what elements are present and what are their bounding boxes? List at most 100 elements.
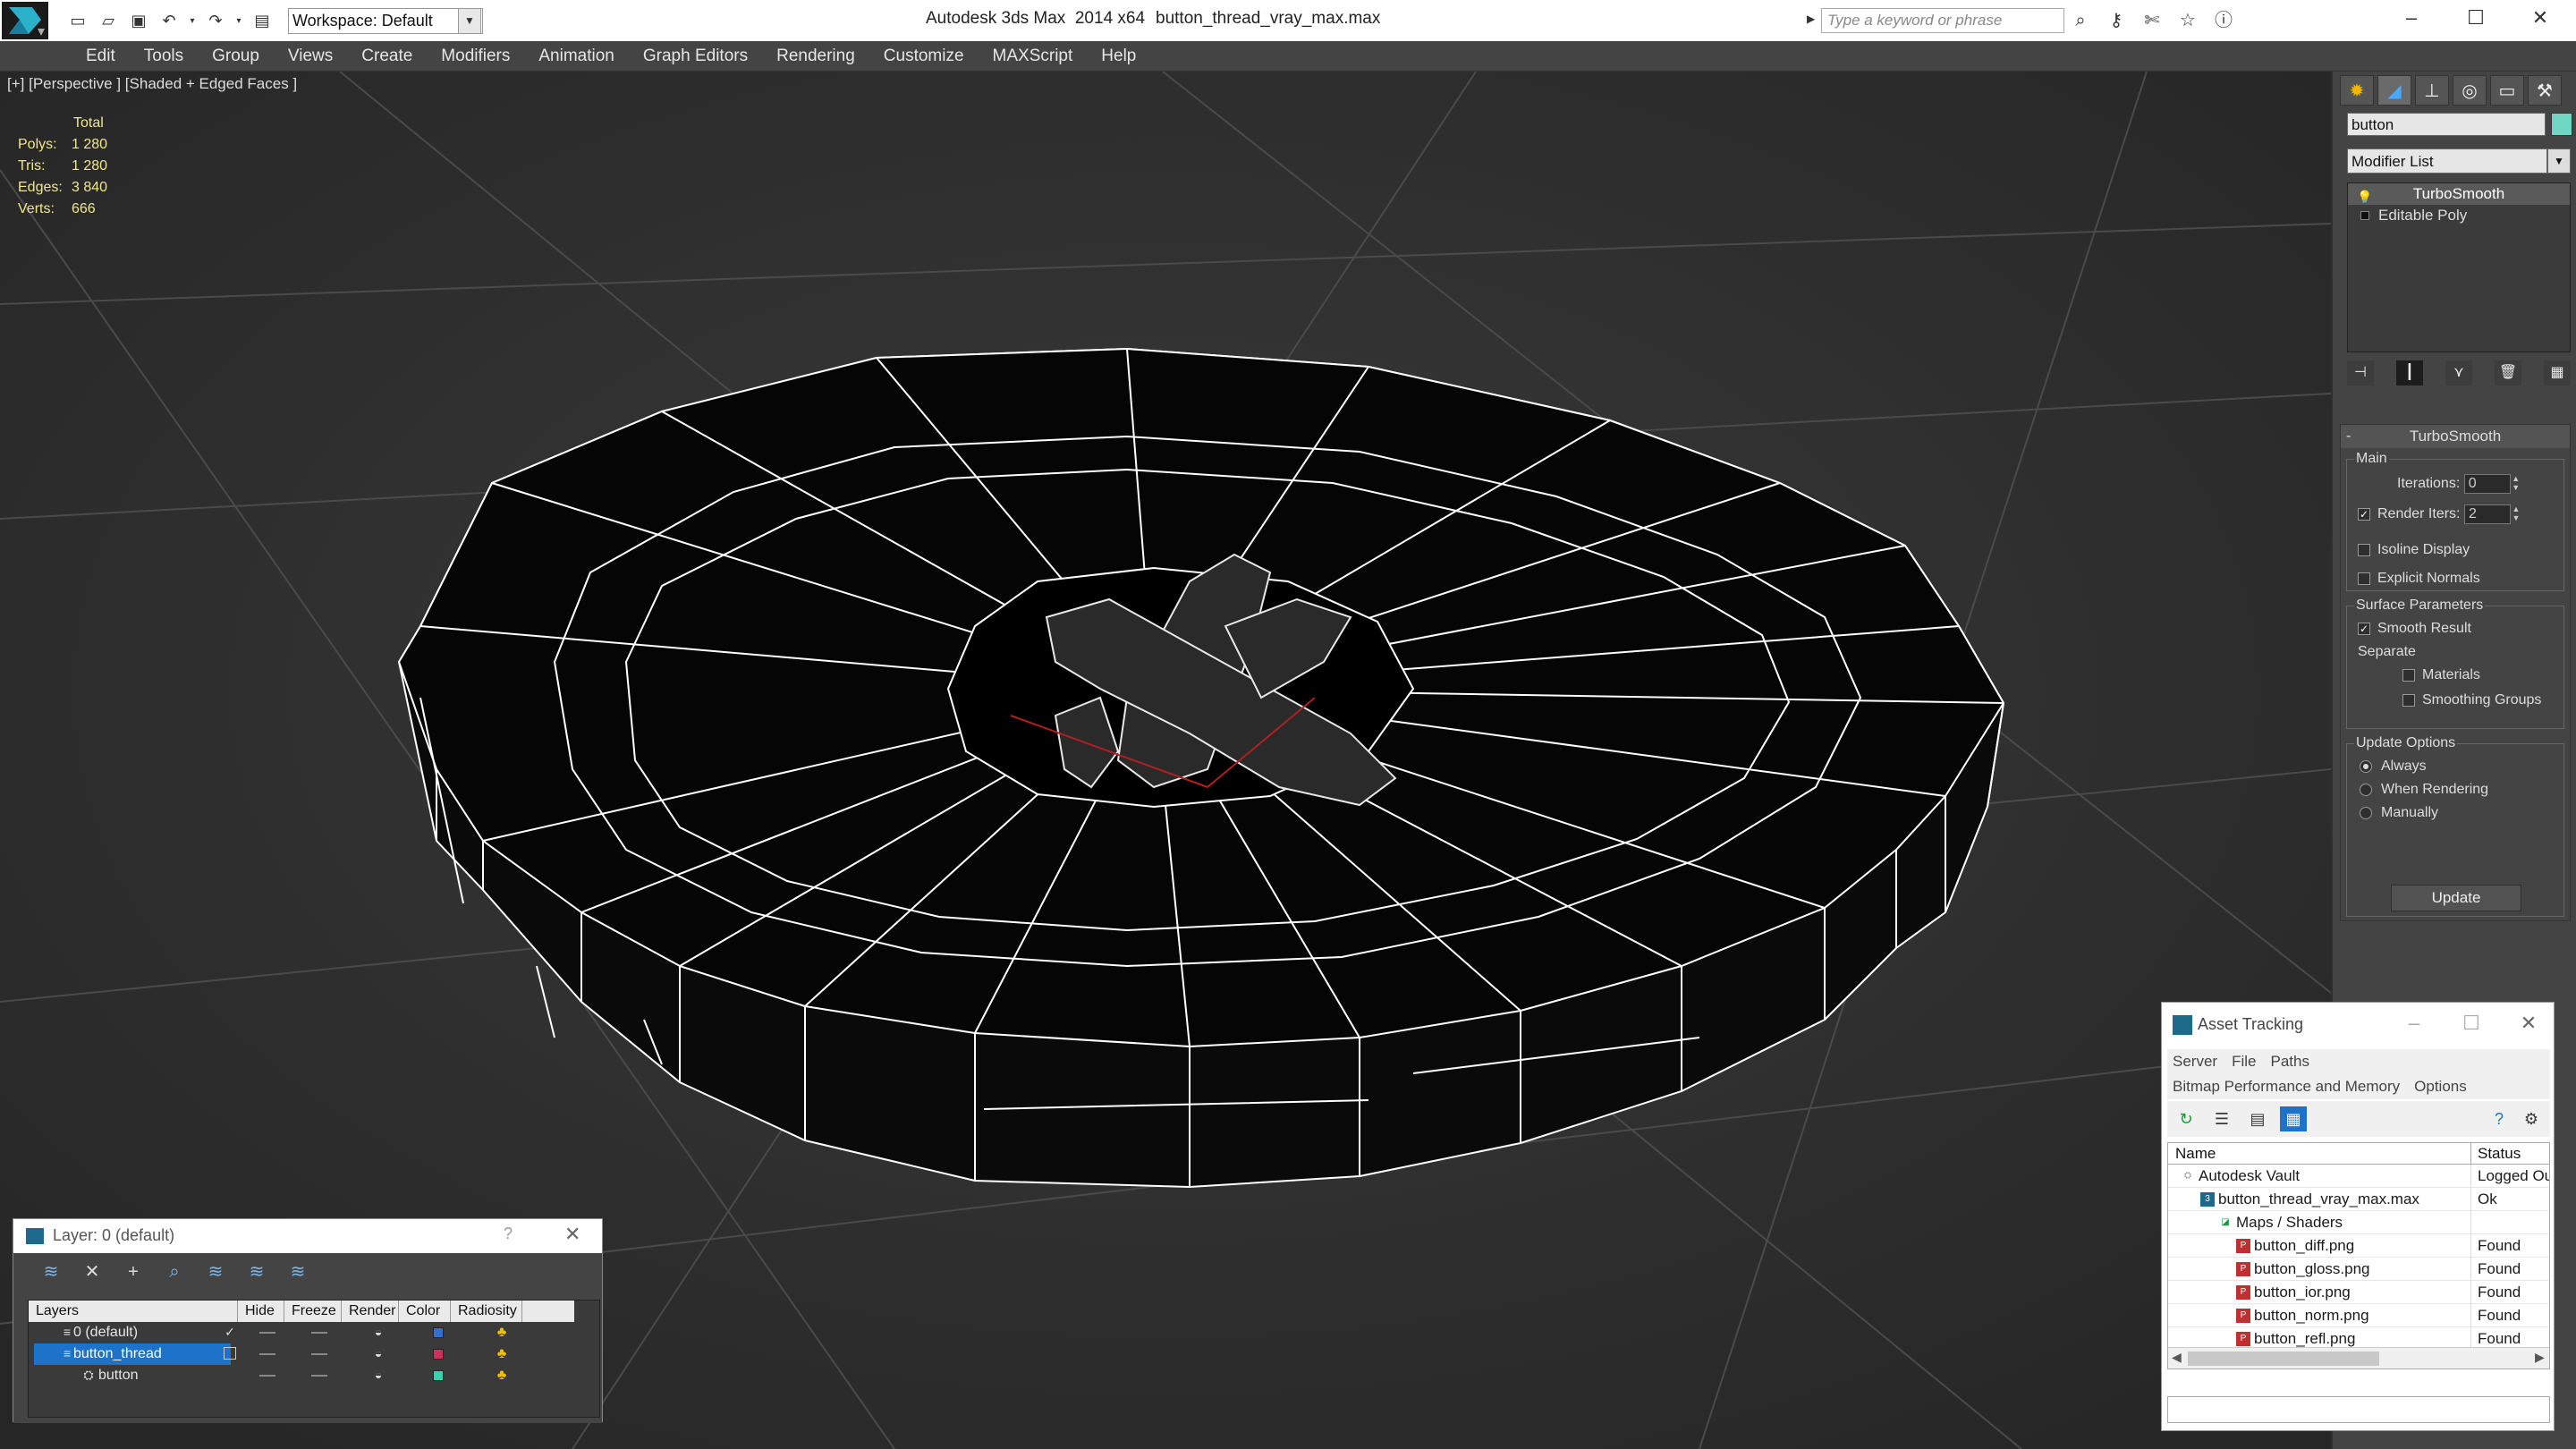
freeze-all-icon[interactable]: ≋ xyxy=(282,1258,314,1285)
spinner-arrows-icon[interactable]: ▲ ▼ xyxy=(2511,504,2521,524)
stack-item-turbosmooth[interactable]: 💡 TurboSmooth xyxy=(2348,183,2570,205)
create-layer-icon[interactable]: ≋ xyxy=(35,1258,67,1285)
layer-row[interactable]: ≡ button_thread ◒ ♣ xyxy=(29,1343,574,1365)
materials-checkbox[interactable] xyxy=(2402,668,2415,682)
hide-toggle[interactable] xyxy=(259,1353,275,1355)
detail-view-icon[interactable]: ▤ xyxy=(2244,1106,2271,1131)
key-icon[interactable]: ⚷ xyxy=(2102,8,2131,33)
save-file-icon[interactable]: ▣ xyxy=(125,7,152,34)
project-folder-icon[interactable]: ▤ xyxy=(249,7,275,34)
stack-item-editable-poly[interactable]: Editable Poly xyxy=(2348,205,2570,226)
utilities-tab-icon[interactable]: ⚒ xyxy=(2528,75,2562,106)
render-teapot-icon[interactable]: ◒ xyxy=(372,1326,385,1338)
table-view-icon[interactable]: ▦ xyxy=(2280,1106,2307,1131)
expand-icon[interactable] xyxy=(2360,211,2369,220)
menu-bitmap-performance[interactable]: Bitmap Performance and Memory xyxy=(2167,1074,2409,1099)
freeze-toggle[interactable] xyxy=(311,1353,327,1355)
menu-edit[interactable]: Edit xyxy=(72,41,130,72)
layer-row[interactable]: ≡ 0 (default) ✓ ◒ ♣ xyxy=(29,1322,574,1343)
layer-object-name[interactable]: ⛭ button xyxy=(34,1365,231,1386)
explicit-normals-checkbox[interactable] xyxy=(2358,572,2370,585)
asset-row[interactable]: 3 button_thread_vray_max.max Ok xyxy=(2168,1188,2549,1211)
close-icon[interactable]: ✕ xyxy=(564,1223,580,1246)
menu-rendering[interactable]: Rendering xyxy=(762,41,869,72)
radiosity-icon[interactable]: ♣ xyxy=(494,1325,510,1341)
render-teapot-icon[interactable]: ◒ xyxy=(372,1368,385,1381)
tools-icon[interactable]: ✄ xyxy=(2138,8,2166,33)
pin-stack-icon[interactable]: ⊣ xyxy=(2347,360,2374,386)
object-name-field[interactable]: button xyxy=(2347,113,2546,136)
horizontal-scrollbar[interactable]: ◀ ▶ xyxy=(2168,1347,2549,1368)
workspace-dropdown[interactable]: Workspace: Default xyxy=(288,8,483,34)
close-icon[interactable]: ✕ xyxy=(2500,1010,2557,1037)
when-rendering-radio[interactable] xyxy=(2360,783,2372,796)
col-radiosity[interactable]: Radiosity xyxy=(451,1301,522,1322)
scroll-left-icon[interactable]: ◀ xyxy=(2172,1350,2182,1365)
star-icon[interactable]: ☆ xyxy=(2174,8,2202,33)
menu-tools[interactable]: Tools xyxy=(130,41,198,72)
col-layers[interactable]: Layers xyxy=(29,1301,238,1322)
scroll-right-icon[interactable]: ▶ xyxy=(2535,1350,2545,1365)
minimize-icon[interactable]: – xyxy=(2379,0,2444,36)
menu-server[interactable]: Server xyxy=(2167,1049,2226,1074)
help-button[interactable]: ? xyxy=(504,1224,513,1243)
help-icon[interactable]: ⓘ xyxy=(2209,8,2238,33)
hide-all-icon[interactable]: ≋ xyxy=(241,1258,273,1285)
hierarchy-tab-icon[interactable]: ⊥ xyxy=(2415,75,2449,106)
asset-tracking-titlebar[interactable]: Asset Tracking – ☐ ✕ xyxy=(2162,1003,2554,1047)
layer-manager-titlebar[interactable]: Layer: 0 (default) ? ✕ xyxy=(13,1219,602,1253)
new-file-icon[interactable]: ▭ xyxy=(64,7,91,34)
col-status[interactable]: Status xyxy=(2478,1145,2521,1163)
open-file-icon[interactable]: ▱ xyxy=(95,7,122,34)
asset-row[interactable]: P button_ior.png Found xyxy=(2168,1281,2549,1304)
maximize-icon[interactable]: ☐ xyxy=(2443,1010,2500,1037)
layer-name[interactable]: ≡ 0 (default) xyxy=(34,1322,231,1343)
layer-color-swatch[interactable] xyxy=(433,1349,444,1360)
modify-tab-icon[interactable]: ◢ xyxy=(2377,75,2411,106)
chevron-down-icon[interactable]: ▼ xyxy=(458,8,481,34)
layer-color-swatch[interactable] xyxy=(433,1327,444,1338)
iterations-spinner[interactable]: 0 xyxy=(2463,474,2511,494)
smoothing-groups-checkbox[interactable] xyxy=(2402,693,2415,707)
close-icon[interactable]: ✕ xyxy=(2508,0,2572,36)
col-color[interactable]: Color xyxy=(399,1301,451,1322)
configure-sets-icon[interactable]: ▦ xyxy=(2544,360,2571,386)
update-button[interactable]: Update xyxy=(2391,885,2521,911)
redo-dropdown-icon[interactable]: ▾ xyxy=(233,7,245,34)
radiosity-icon[interactable]: ♣ xyxy=(494,1368,510,1384)
layer-row[interactable]: ⛭ button ◒ ♣ xyxy=(29,1365,574,1386)
search-input[interactable]: Type a keyword or phrase xyxy=(1821,8,2064,33)
col-freeze[interactable]: Freeze xyxy=(284,1301,342,1322)
app-logo-icon[interactable] xyxy=(2,2,48,39)
menu-animation[interactable]: Animation xyxy=(524,41,629,72)
motion-tab-icon[interactable]: ◎ xyxy=(2453,75,2487,106)
always-radio[interactable] xyxy=(2360,759,2372,773)
undo-dropdown-icon[interactable]: ▾ xyxy=(186,7,199,34)
delete-layer-icon[interactable]: ✕ xyxy=(76,1258,108,1285)
radiosity-icon[interactable]: ♣ xyxy=(494,1346,510,1362)
hide-toggle[interactable] xyxy=(259,1332,275,1334)
select-objects-icon[interactable]: ⌕ xyxy=(158,1258,191,1285)
help-icon[interactable]: ? xyxy=(2486,1106,2512,1131)
isoline-checkbox[interactable] xyxy=(2358,543,2370,556)
render-iters-spinner[interactable]: 2 xyxy=(2463,504,2511,524)
manually-radio[interactable] xyxy=(2360,806,2372,819)
redo-icon[interactable]: ↷ xyxy=(202,7,229,34)
show-end-result-icon[interactable]: ┃ xyxy=(2396,360,2423,386)
render-iters-checkbox[interactable]: ✓ xyxy=(2358,508,2370,521)
freeze-toggle[interactable] xyxy=(311,1375,327,1377)
display-tab-icon[interactable]: ▭ xyxy=(2490,75,2524,106)
modifier-list-dropdown[interactable]: Modifier List xyxy=(2347,148,2547,174)
asset-row[interactable]: P button_gloss.png Found xyxy=(2168,1258,2549,1281)
rollout-header[interactable]: - TurboSmooth xyxy=(2341,425,2570,448)
layer-color-swatch[interactable] xyxy=(433,1370,444,1381)
hide-toggle[interactable] xyxy=(259,1375,275,1377)
refresh-icon[interactable]: ↻ xyxy=(2173,1106,2199,1131)
menu-options[interactable]: Options xyxy=(2409,1074,2476,1099)
menu-paths[interactable]: Paths xyxy=(2265,1049,2318,1074)
menu-group[interactable]: Group xyxy=(198,41,274,72)
viewport-label-menu[interactable]: [+] [Perspective ] [Shaded + Edged Faces… xyxy=(7,75,297,93)
highlight-layer-icon[interactable]: ≋ xyxy=(199,1258,232,1285)
undo-icon[interactable]: ↶ xyxy=(156,7,182,34)
minimize-icon[interactable]: – xyxy=(2385,1010,2443,1037)
